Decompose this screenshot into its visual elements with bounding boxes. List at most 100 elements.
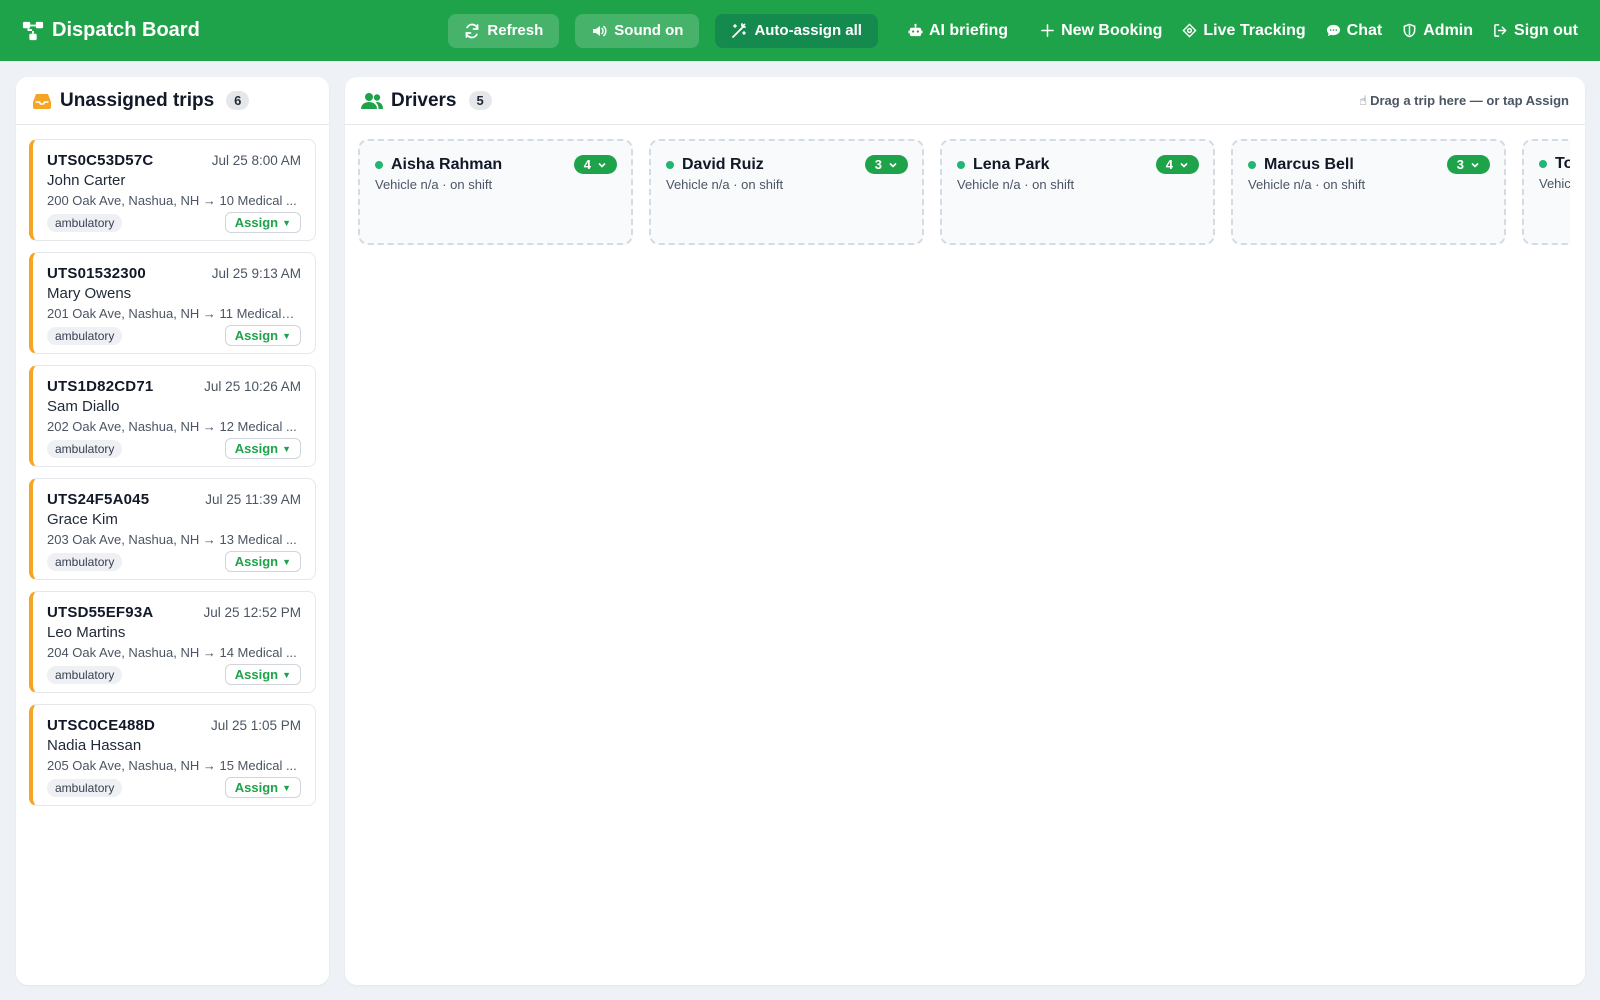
caret-down-icon: ▼: [282, 217, 291, 228]
chevron-down-icon: [1471, 162, 1479, 168]
unassigned-title: Unassigned trips: [60, 89, 215, 111]
trip-card[interactable]: UTS24F5A045 Jul 25 11:39 AM Grace Kim 20…: [29, 478, 316, 580]
trip-card[interactable]: UTS01532300 Jul 25 9:13 AM Mary Owens 20…: [29, 252, 316, 354]
sound-toggle-button[interactable]: Sound on: [575, 13, 700, 48]
assign-button[interactable]: Assign ▼: [224, 212, 301, 233]
driver-load-toggle[interactable]: 4: [1155, 155, 1199, 174]
unassigned-count-badge: 6: [226, 91, 250, 110]
driver-drop-zone[interactable]: David Ruiz 3 Vehicle n/a · on shift: [649, 139, 924, 245]
sign-out-link[interactable]: Sign out: [1493, 22, 1578, 40]
on-shift-status-dot: [1248, 160, 1256, 169]
chat-icon: [1326, 24, 1340, 37]
admin-link[interactable]: Admin: [1402, 22, 1473, 40]
auto-assign-button[interactable]: Auto-assign all: [715, 13, 878, 48]
chevron-down-icon: [1180, 162, 1188, 168]
trip-time: Jul 25 8:00 AM: [211, 153, 301, 168]
trip-mobility-tag: ambulatory: [47, 778, 123, 797]
driver-load-count: 4: [583, 157, 591, 172]
driver-vehicle-status: Vehicle n/a · on shift: [1248, 177, 1366, 192]
trip-route: 203 Oak Ave, Nashua, NH → 13 Medical ...: [47, 532, 297, 547]
driver-columns: Aisha Rahman 4 Vehicle n/a · on shift Da…: [345, 125, 1570, 245]
new-booking-link[interactable]: New Booking: [1040, 22, 1162, 40]
caret-down-icon: ▼: [282, 669, 291, 680]
caret-down-icon: ▼: [282, 330, 291, 341]
trip-mobility-tag: ambulatory: [47, 665, 123, 684]
sign-out-icon: [1494, 24, 1507, 37]
trip-mobility-tag: ambulatory: [47, 552, 123, 571]
ai-briefing-button[interactable]: AI briefing: [908, 22, 1008, 40]
ai-briefing-label: AI briefing: [928, 21, 1009, 39]
users-icon: [361, 92, 383, 109]
drivers-count-badge: 5: [468, 91, 492, 110]
trip-time: Jul 25 10:26 AM: [204, 379, 301, 394]
assign-button[interactable]: Assign ▼: [224, 325, 301, 346]
driver-drop-zone[interactable]: Marcus Bell 3 Vehicle n/a · on shift: [1231, 139, 1506, 245]
app-title: Dispatch Board: [52, 19, 200, 41]
driver-vehicle-status: Vehicle n/a · on shift: [375, 177, 493, 192]
chat-label: Chat: [1346, 21, 1383, 39]
live-tracking-label: Live Tracking: [1203, 21, 1306, 39]
trip-time: Jul 25 1:05 PM: [210, 718, 301, 733]
brand: Dispatch Board: [22, 19, 448, 42]
drag-hint-text: Drag a trip here — or tap Assign: [1370, 93, 1569, 108]
driver-name: Marcus Bell: [1264, 155, 1354, 173]
unassigned-trips-panel: Unassigned trips 6 UTS0C53D57C Jul 25 8:…: [16, 77, 329, 985]
drivers-title: Drivers: [391, 89, 457, 111]
chevron-down-icon: [889, 162, 897, 168]
trip-passenger: Leo Martins: [47, 624, 126, 641]
trip-time: Jul 25 11:39 AM: [205, 492, 301, 507]
robot-icon: [908, 23, 923, 37]
trip-passenger: Grace Kim: [47, 511, 118, 528]
refresh-button[interactable]: Refresh: [448, 13, 560, 48]
magic-wand-icon: [732, 22, 747, 38]
assign-button[interactable]: Assign ▼: [224, 664, 301, 685]
assign-button[interactable]: Assign ▼: [224, 551, 301, 572]
admin-label: Admin: [1423, 21, 1474, 39]
chat-link[interactable]: Chat: [1326, 21, 1383, 40]
trip-card[interactable]: UTS1D82CD71 Jul 25 10:26 AM Sam Diallo 2…: [29, 365, 316, 467]
speaker-icon: [593, 25, 607, 36]
trip-card[interactable]: UTS0C53D57C Jul 25 8:00 AM John Carter 2…: [29, 139, 316, 241]
chevron-down-icon: [598, 162, 606, 168]
trip-id: UTS1D82CD71: [47, 378, 154, 395]
on-shift-status-dot: [1539, 160, 1547, 168]
network-icon: [22, 21, 44, 40]
assign-label: Assign: [234, 215, 279, 230]
trip-id: UTS24F5A045: [47, 491, 150, 508]
assign-button[interactable]: Assign ▼: [224, 438, 301, 459]
trip-route: 205 Oak Ave, Nashua, NH → 15 Medical ...: [47, 758, 297, 773]
new-booking-label: New Booking: [1061, 21, 1163, 39]
driver-load-toggle[interactable]: 3: [1446, 155, 1490, 174]
trip-list: UTS0C53D57C Jul 25 8:00 AM John Carter 2…: [16, 125, 329, 806]
driver-vehicle-status: Vehicle n/a · on shift: [666, 177, 784, 192]
driver-load-count: 4: [1165, 157, 1173, 172]
sound-label: Sound on: [614, 22, 684, 39]
assign-label: Assign: [234, 328, 279, 343]
driver-name: Lena Park: [973, 155, 1050, 173]
caret-down-icon: ▼: [282, 782, 291, 793]
trip-mobility-tag: ambulatory: [47, 326, 123, 345]
trip-id: UTS01532300: [47, 265, 146, 282]
on-shift-status-dot: [666, 160, 674, 169]
trip-card[interactable]: UTSD55EF93A Jul 25 12:52 PM Leo Martins …: [29, 591, 316, 693]
location-icon: [1182, 23, 1197, 38]
driver-load-toggle[interactable]: 4: [573, 155, 617, 174]
driver-drop-zone[interactable]: Aisha Rahman 4 Vehicle n/a · on shift: [358, 139, 633, 245]
trip-card[interactable]: UTSC0CE488D Jul 25 1:05 PM Nadia Hassan …: [29, 704, 316, 806]
driver-load-toggle[interactable]: 3: [864, 155, 908, 174]
pointer-icon: ☝: [1359, 92, 1368, 108]
trip-passenger: Nadia Hassan: [47, 737, 142, 754]
live-tracking-link[interactable]: Live Tracking: [1182, 21, 1306, 40]
assign-button[interactable]: Assign ▼: [224, 777, 301, 798]
trip-time: Jul 25 9:13 AM: [211, 266, 301, 281]
driver-drop-zone[interactable]: To Vehic: [1522, 139, 1570, 245]
driver-name: Aisha Rahman: [391, 155, 503, 173]
driver-vehicle-status: Vehicle n/a · on shift: [957, 177, 1075, 192]
trip-mobility-tag: ambulatory: [47, 439, 123, 458]
driver-vehicle-status: Vehic: [1539, 176, 1570, 191]
on-shift-status-dot: [375, 160, 383, 169]
driver-load-count: 3: [1456, 157, 1464, 172]
trip-route: 200 Oak Ave, Nashua, NH → 10 Medical ...: [47, 193, 297, 208]
trip-passenger: Sam Diallo: [47, 398, 120, 415]
driver-drop-zone[interactable]: Lena Park 4 Vehicle n/a · on shift: [940, 139, 1215, 245]
